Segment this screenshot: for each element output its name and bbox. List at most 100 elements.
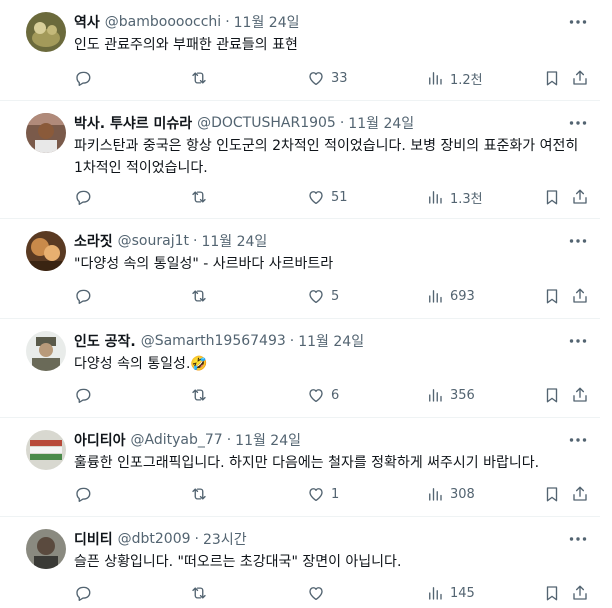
reply-item[interactable]: 아디티아 @Adityab_77 · 11월 24일 훌륭한 인포그래픽입니다.…: [0, 418, 600, 517]
share-button[interactable]: [571, 185, 589, 209]
reply-header: 아디티아 @Adityab_77 · 11월 24일: [74, 430, 560, 450]
reply-header: 박사. 투샤르 미슈라 @DOCTUSHAR1905 · 11월 24일: [74, 113, 560, 133]
like-button[interactable]: 5: [307, 284, 339, 308]
author-name[interactable]: 역사: [74, 12, 100, 32]
action-bar: 145: [74, 581, 588, 605]
share-button[interactable]: [571, 284, 589, 308]
reply-item[interactable]: 디비티 @dbt2009 · 23시간 슬픈 상황입니다. "떠오르는 초강대국…: [0, 517, 600, 608]
reply-button[interactable]: [74, 185, 92, 209]
timestamp[interactable]: 11월 24일: [348, 113, 414, 133]
share-button[interactable]: [571, 581, 589, 605]
timestamp[interactable]: 23시간: [203, 529, 247, 549]
reply-icon: [76, 190, 91, 205]
separator-dot: ·: [194, 531, 199, 547]
repost-button[interactable]: [190, 581, 208, 605]
views-button[interactable]: 1.3천: [426, 185, 483, 209]
repost-icon: [192, 72, 206, 84]
separator-dot: ·: [289, 333, 295, 349]
like-count: 6: [331, 387, 340, 403]
author-handle[interactable]: @dbt2009: [118, 531, 191, 547]
share-button[interactable]: [571, 482, 589, 506]
author-name[interactable]: 디비티: [74, 529, 113, 549]
bookmark-button[interactable]: [543, 581, 561, 605]
more-icon[interactable]: [566, 14, 590, 30]
separator-dot: ·: [193, 233, 198, 249]
like-button[interactable]: 1: [307, 482, 339, 506]
reply-text: 훌륭한 인포그래픽입니다. 하지만 다음에는 철자를 정확하게 써주시기 바랍니…: [74, 455, 540, 471]
author-name[interactable]: 인도 공작.: [74, 331, 136, 351]
bookmark-icon: [546, 586, 558, 601]
action-bar: 51 1.3천: [74, 185, 588, 209]
reply-button[interactable]: [74, 482, 92, 506]
share-icon: [573, 387, 587, 402]
repost-icon: [192, 389, 206, 401]
views-button[interactable]: 308: [426, 482, 475, 506]
like-count: 51: [331, 189, 348, 205]
separator-dot: ·: [226, 432, 232, 448]
reply-header: 인도 공작. @Samarth19567493 · 11월 24일: [74, 331, 560, 351]
views-button[interactable]: 145: [426, 581, 475, 605]
author-handle[interactable]: @souraj1t: [118, 233, 189, 249]
heart-icon: [309, 488, 323, 502]
avatar[interactable]: [26, 231, 66, 271]
author-handle[interactable]: @Samarth19567493: [141, 333, 286, 349]
views-button[interactable]: 693: [426, 284, 475, 308]
heart-icon: [309, 389, 323, 403]
reply-button[interactable]: [74, 66, 92, 90]
more-icon[interactable]: [566, 432, 590, 448]
author-handle[interactable]: @bamboooocchi: [105, 14, 221, 30]
more-icon[interactable]: [566, 531, 590, 547]
repost-button[interactable]: [190, 482, 208, 506]
bookmark-button[interactable]: [543, 185, 561, 209]
reply-item[interactable]: 인도 공작. @Samarth19567493 · 11월 24일 다양성 속의…: [0, 319, 600, 418]
reply-text: 다양성 속의 통일성.🤣: [74, 356, 208, 372]
avatar[interactable]: [26, 430, 66, 470]
views-count: 308: [450, 486, 475, 502]
reply-item[interactable]: 역사 @bamboooocchi · 11월 24일 인도 관료주의와 부패한 …: [0, 0, 600, 101]
like-button[interactable]: 33: [307, 66, 348, 90]
reply-header: 역사 @bamboooocchi · 11월 24일: [74, 12, 560, 32]
reply-item[interactable]: 박사. 투샤르 미슈라 @DOCTUSHAR1905 · 11월 24일 파키스…: [0, 101, 600, 219]
author-name[interactable]: 박사. 투샤르 미슈라: [74, 113, 192, 133]
like-button[interactable]: 6: [307, 383, 339, 407]
avatar[interactable]: [26, 529, 66, 569]
more-icon[interactable]: [566, 233, 590, 249]
repost-button[interactable]: [190, 185, 208, 209]
repost-button[interactable]: [190, 284, 208, 308]
repost-button[interactable]: [190, 383, 208, 407]
reply-button[interactable]: [74, 581, 92, 605]
share-icon: [573, 189, 587, 204]
avatar[interactable]: [26, 113, 66, 153]
author-name[interactable]: 아디티아: [74, 430, 126, 450]
share-button[interactable]: [571, 66, 589, 90]
timestamp[interactable]: 11월 24일: [298, 331, 364, 351]
bookmark-icon: [546, 289, 558, 304]
bookmark-button[interactable]: [543, 383, 561, 407]
timestamp[interactable]: 11월 24일: [201, 231, 267, 251]
reply-button[interactable]: [74, 383, 92, 407]
bookmark-button[interactable]: [543, 482, 561, 506]
repost-button[interactable]: [190, 66, 208, 90]
like-button[interactable]: 51: [307, 185, 348, 209]
views-count: 693: [450, 288, 475, 304]
timestamp[interactable]: 11월 24일: [234, 12, 300, 32]
views-button[interactable]: 356: [426, 383, 475, 407]
bookmark-button[interactable]: [543, 284, 561, 308]
more-icon[interactable]: [566, 333, 590, 349]
author-handle[interactable]: @DOCTUSHAR1905: [197, 115, 336, 131]
share-button[interactable]: [571, 383, 589, 407]
bookmark-icon: [546, 388, 558, 403]
reply-button[interactable]: [74, 284, 92, 308]
avatar[interactable]: [26, 331, 66, 371]
views-button[interactable]: 1.2천: [426, 66, 483, 90]
timestamp[interactable]: 11월 24일: [235, 430, 301, 450]
bookmark-button[interactable]: [543, 66, 561, 90]
views-count: 356: [450, 387, 475, 403]
avatar[interactable]: [26, 12, 66, 52]
heart-icon: [309, 191, 323, 205]
like-button[interactable]: [307, 581, 331, 605]
author-handle[interactable]: @Adityab_77: [131, 432, 223, 448]
more-icon[interactable]: [566, 115, 590, 131]
reply-item[interactable]: 소라짓 @souraj1t · 11월 24일 "다양성 속의 통일성" - 사…: [0, 219, 600, 319]
author-name[interactable]: 소라짓: [74, 231, 113, 251]
